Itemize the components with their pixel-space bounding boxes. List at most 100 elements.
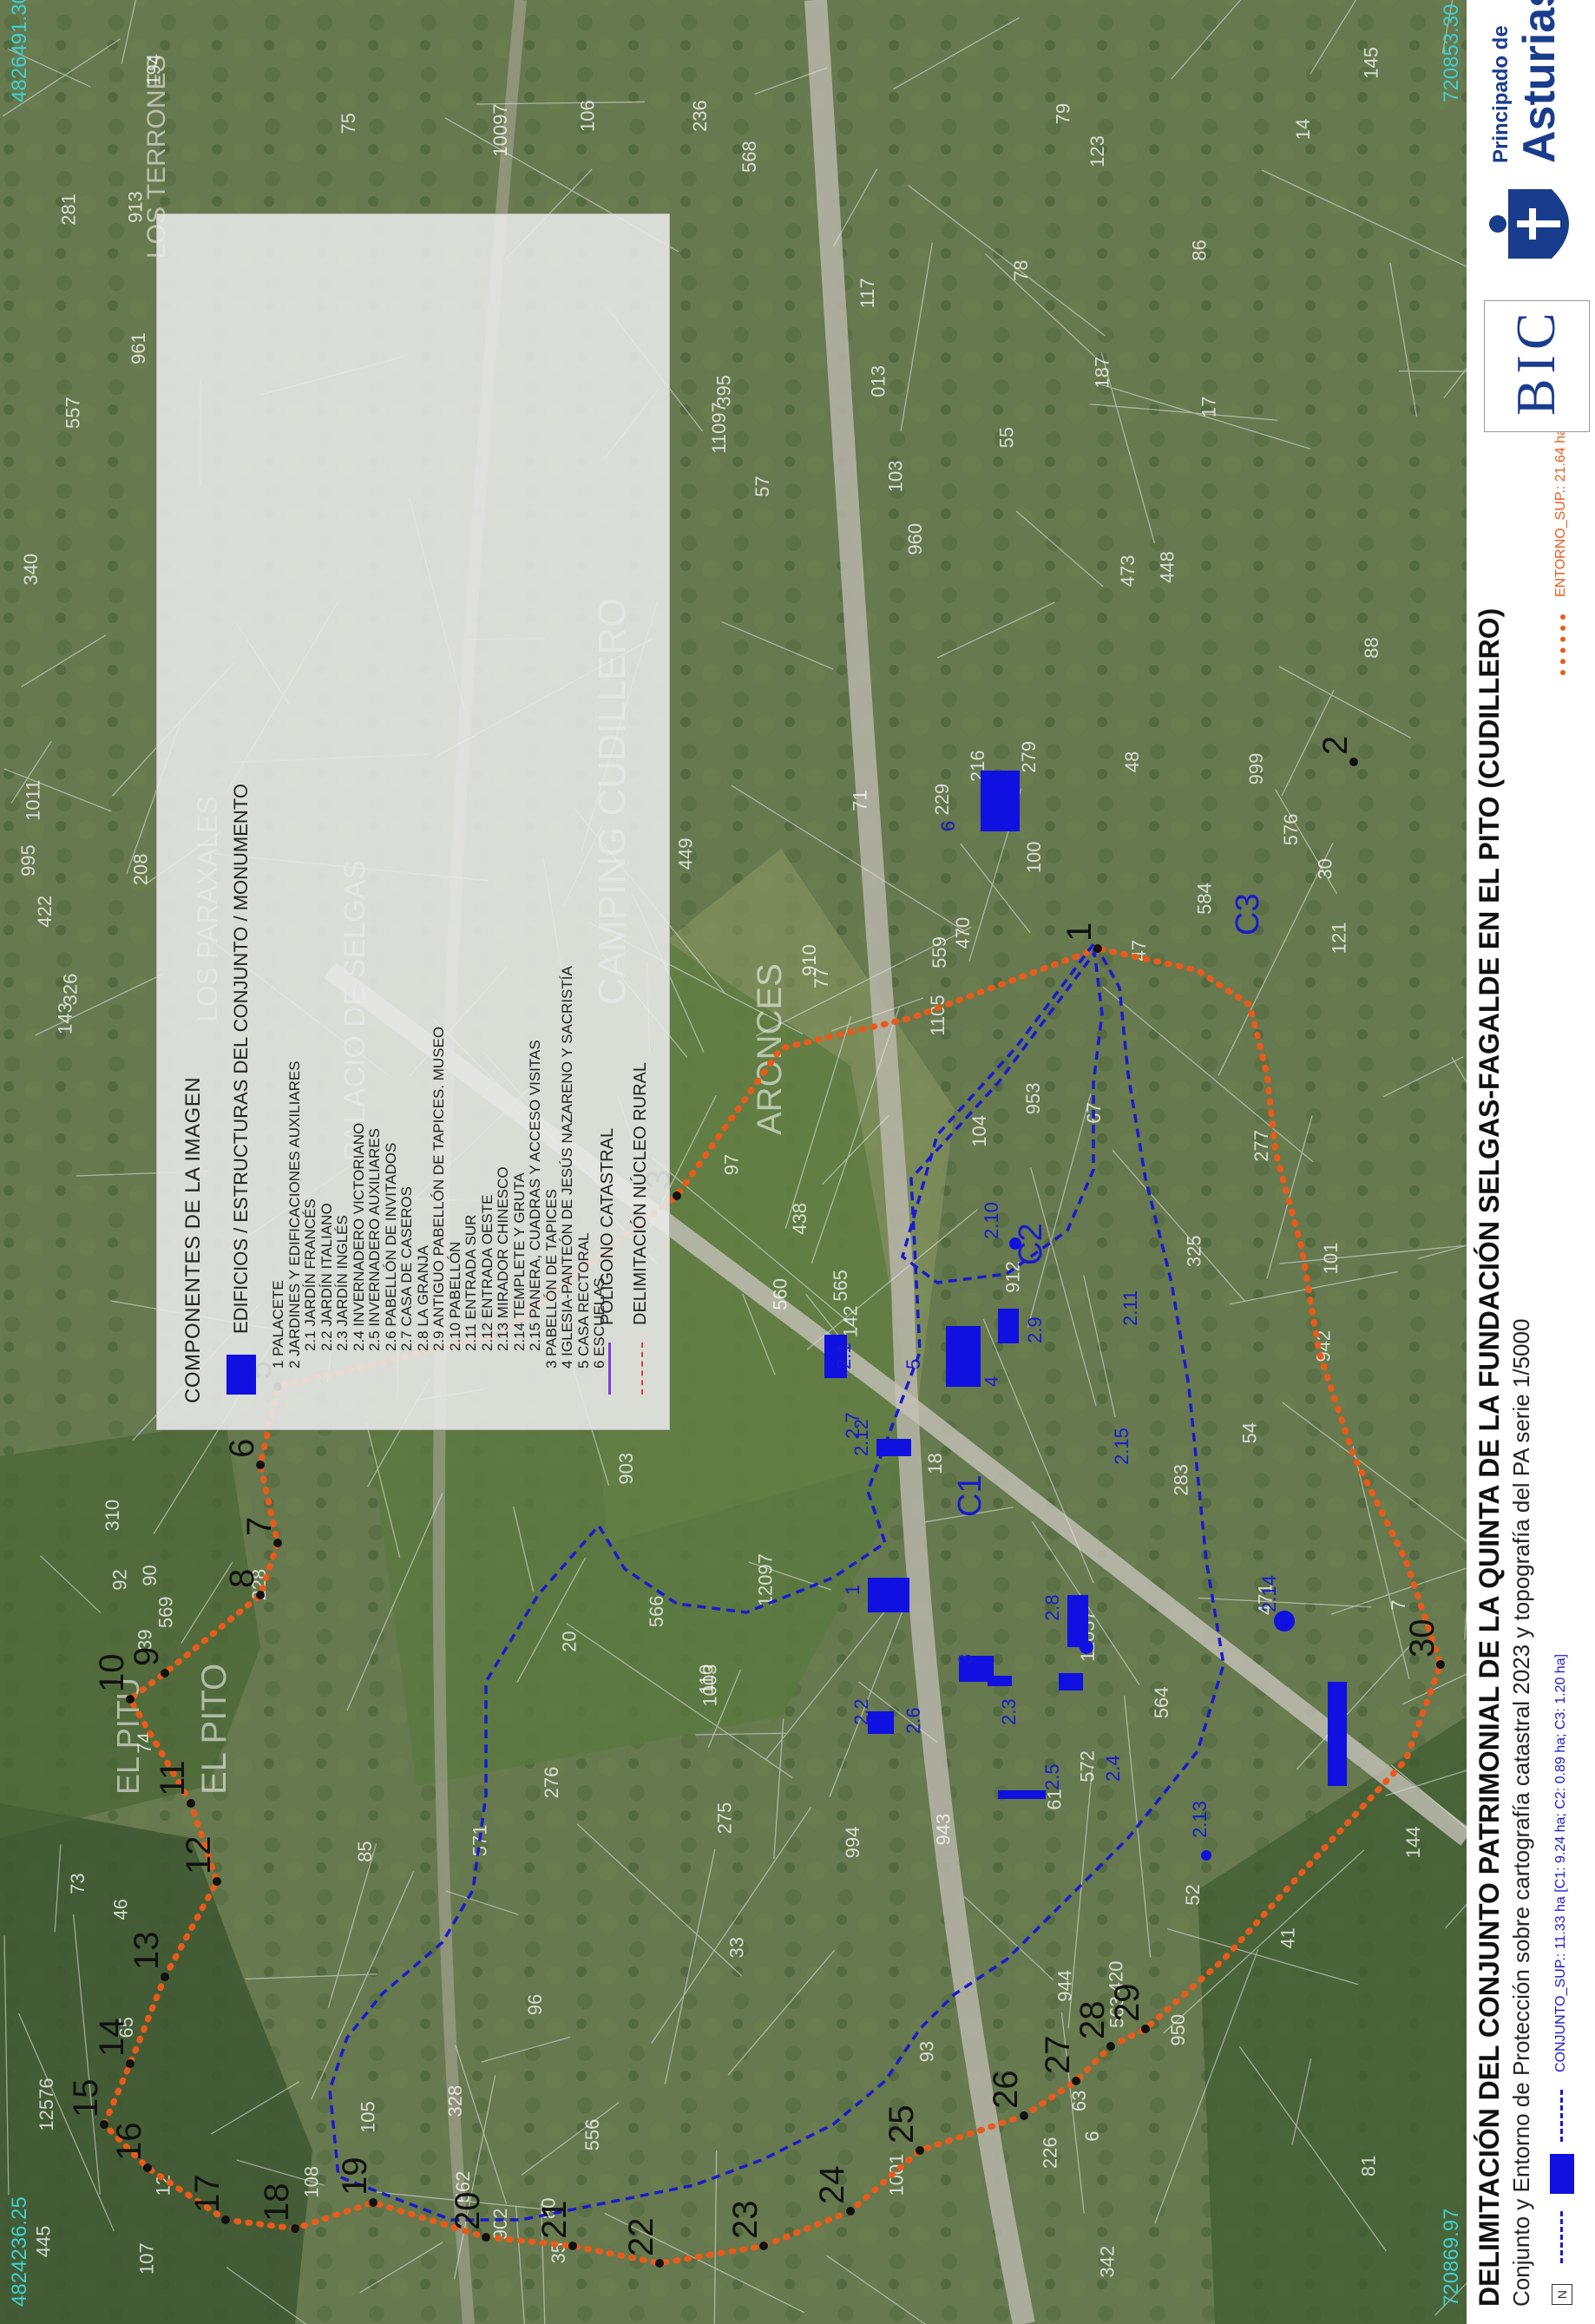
component-label: 2.12 [850, 1419, 872, 1456]
marker-2-8[interactable] [1080, 1640, 1093, 1654]
vertex-dot [568, 2242, 577, 2250]
parcel-number: 208 [129, 853, 151, 885]
component-label: 2.10 [981, 1202, 1002, 1239]
vertex-number: 9 [128, 1647, 166, 1666]
building-2-8[interactable] [1067, 1595, 1088, 1647]
vertex-dot [143, 2163, 152, 2172]
parcel-number: 103 [884, 461, 906, 493]
parcel-number: 11097 [708, 402, 730, 454]
building-2-5[interactable] [998, 1790, 1046, 1799]
building-2-9[interactable] [998, 1309, 1019, 1343]
parcel-number: 473 [1117, 555, 1139, 587]
parcel-number: 41 [1277, 1927, 1298, 1948]
component-label: 2.14 [1258, 1575, 1280, 1612]
parcel-number: 123 [1086, 135, 1108, 167]
legend-item: 2.3 JARDÍN INGLÉS [334, 1215, 351, 1351]
vertex-dot [221, 2216, 230, 2224]
parcel-number: 1105 [927, 995, 948, 1035]
vertex-number: 24 [813, 2166, 851, 2205]
legend-poligono: POLÍGONO CATASTRAL [598, 1127, 617, 1325]
vertex-dot [256, 1461, 265, 1469]
legend-item: 2.1 JARDÍN FRANCÉS [302, 1198, 318, 1351]
parcel-number: 77 [811, 968, 832, 988]
bic-logo: BIC [1484, 300, 1590, 432]
parcel-number: 470 [952, 917, 974, 949]
rotated-sheet: 576 569 572 571 584 568 566 565 564 563 562 560 559 5… [0, 0, 1595, 2324]
parcel-number: 902 [489, 2209, 511, 2241]
legend-item: 2.12 ENTRADA OESTE [478, 1194, 496, 1351]
legend-item: 2.9 ANTIGUO PABELLÓN DE TAPICES. MUSEO [430, 1026, 447, 1351]
parcel-number: 48 [1121, 752, 1143, 772]
conjunto-line-sample [1560, 2211, 1563, 2263]
legend-item: 4 IGLESIA-PANTEÓN DE JESÚS NAZARENO Y SA… [559, 966, 575, 1369]
parcel-number: 569 [155, 1596, 177, 1628]
legend-item: 2.11 ENTRADA SUR [463, 1214, 479, 1351]
parcel-number: 30 [1314, 858, 1336, 879]
parcel-number: 117 [857, 278, 878, 308]
legend-swatch-label: EDIFICIOS / ESTRUCTURAS DEL CONJUNTO / M… [230, 784, 252, 1334]
component-label: 2.8 [1041, 1594, 1063, 1621]
parcel-number: 281 [58, 194, 80, 226]
legend-item: 2.6 PABELLÓN DE INVITADOS [382, 1142, 399, 1351]
parcel-number: 566 [646, 1596, 667, 1628]
parcel-number: 92 [108, 1569, 130, 1590]
vertex-dot [100, 2120, 108, 2129]
legend-item: 2.5 INVERNADERO AUXILIARES [366, 1128, 383, 1351]
vertex-dot [126, 2059, 135, 2068]
parcel-number: 565 [830, 1270, 851, 1302]
vertex-number: 14 [93, 2019, 131, 2058]
vertex-number: 19 [336, 2157, 374, 2196]
legend-item: 2 JARDINES Y EDIFICACIONES AUXILIARES [286, 1060, 303, 1369]
parcel-number: 144 [1402, 1827, 1424, 1859]
legend-item: 2.14 TEMPLETE Y GRUTA [510, 1172, 528, 1351]
marker-2-13[interactable] [1201, 1850, 1211, 1861]
vertex-number: 21 [535, 2201, 574, 2240]
vertex-dot [256, 1591, 265, 1599]
parcel-number: 236 [689, 100, 711, 132]
legend-item: 2.13 MIRADOR CHINESCO [495, 1166, 511, 1351]
entorno-line-sample [1560, 614, 1565, 675]
parcel-number: 145 [1361, 47, 1382, 79]
parcel-number: 61 [1044, 1789, 1066, 1809]
parcel-number: 52 [1182, 1884, 1204, 1905]
parcel-number: 448 [1156, 551, 1178, 583]
parcel-number: 277 [1250, 1130, 1272, 1162]
component-label: 2.6 [903, 1707, 924, 1734]
vertex-number: 30 [1403, 1619, 1441, 1658]
building-granja[interactable] [1059, 1673, 1083, 1690]
building-6[interactable] [981, 771, 1020, 831]
conjunto-area-label: CONJUNTO_SUP.: 11.33 ha [C1: 9.24 ha; C2… [1553, 1653, 1568, 2072]
building-2-15[interactable] [1328, 1682, 1347, 1786]
parcel-number: 104 [968, 1115, 990, 1147]
parcel-number: 961 [128, 332, 149, 364]
vertex-dot [1106, 2042, 1115, 2051]
map-view[interactable]: 576 569 572 571 584 568 566 565 564 563 562 560 559 5… [0, 0, 1467, 2324]
coordinate-label: 4826491.30 [8, 0, 31, 102]
marker-2-14[interactable] [1274, 1611, 1295, 1631]
bic-text: BIC [1505, 307, 1566, 416]
building-4[interactable] [946, 1326, 981, 1387]
building-swatch-small [1550, 2154, 1574, 2194]
component-label: 2.5 [1041, 1763, 1063, 1790]
coordinate-label: 4824236.25 [8, 2196, 31, 2307]
parcel-number: 78 [1010, 259, 1032, 280]
parcel-number: 54 [1238, 1422, 1260, 1443]
component-label: 2.1 [833, 1343, 855, 1369]
vertex-dot [369, 2198, 377, 2207]
building-swatch [226, 1355, 256, 1395]
parcel-number: 90 [139, 1565, 161, 1585]
parcel-number: 75 [338, 113, 359, 134]
parcel-number: 943 [932, 1814, 954, 1846]
legend-item: 5 CASA RECTORAL [574, 1232, 592, 1369]
parcel-number: 14 [1292, 119, 1314, 140]
parcel-number: 960 [904, 523, 926, 555]
parcel-number: 143 [54, 1002, 75, 1034]
component-label: 2.15 [1111, 1428, 1132, 1465]
building-palacete[interactable] [868, 1578, 909, 1612]
parcel-number: 46 [110, 1899, 132, 1920]
parcel-number: 33 [725, 1937, 747, 1958]
component-label: 4 [981, 1376, 1002, 1387]
north-icon: N [1552, 2284, 1572, 2305]
building-2-7[interactable] [876, 1439, 911, 1456]
component-label: 3 [955, 1654, 976, 1664]
